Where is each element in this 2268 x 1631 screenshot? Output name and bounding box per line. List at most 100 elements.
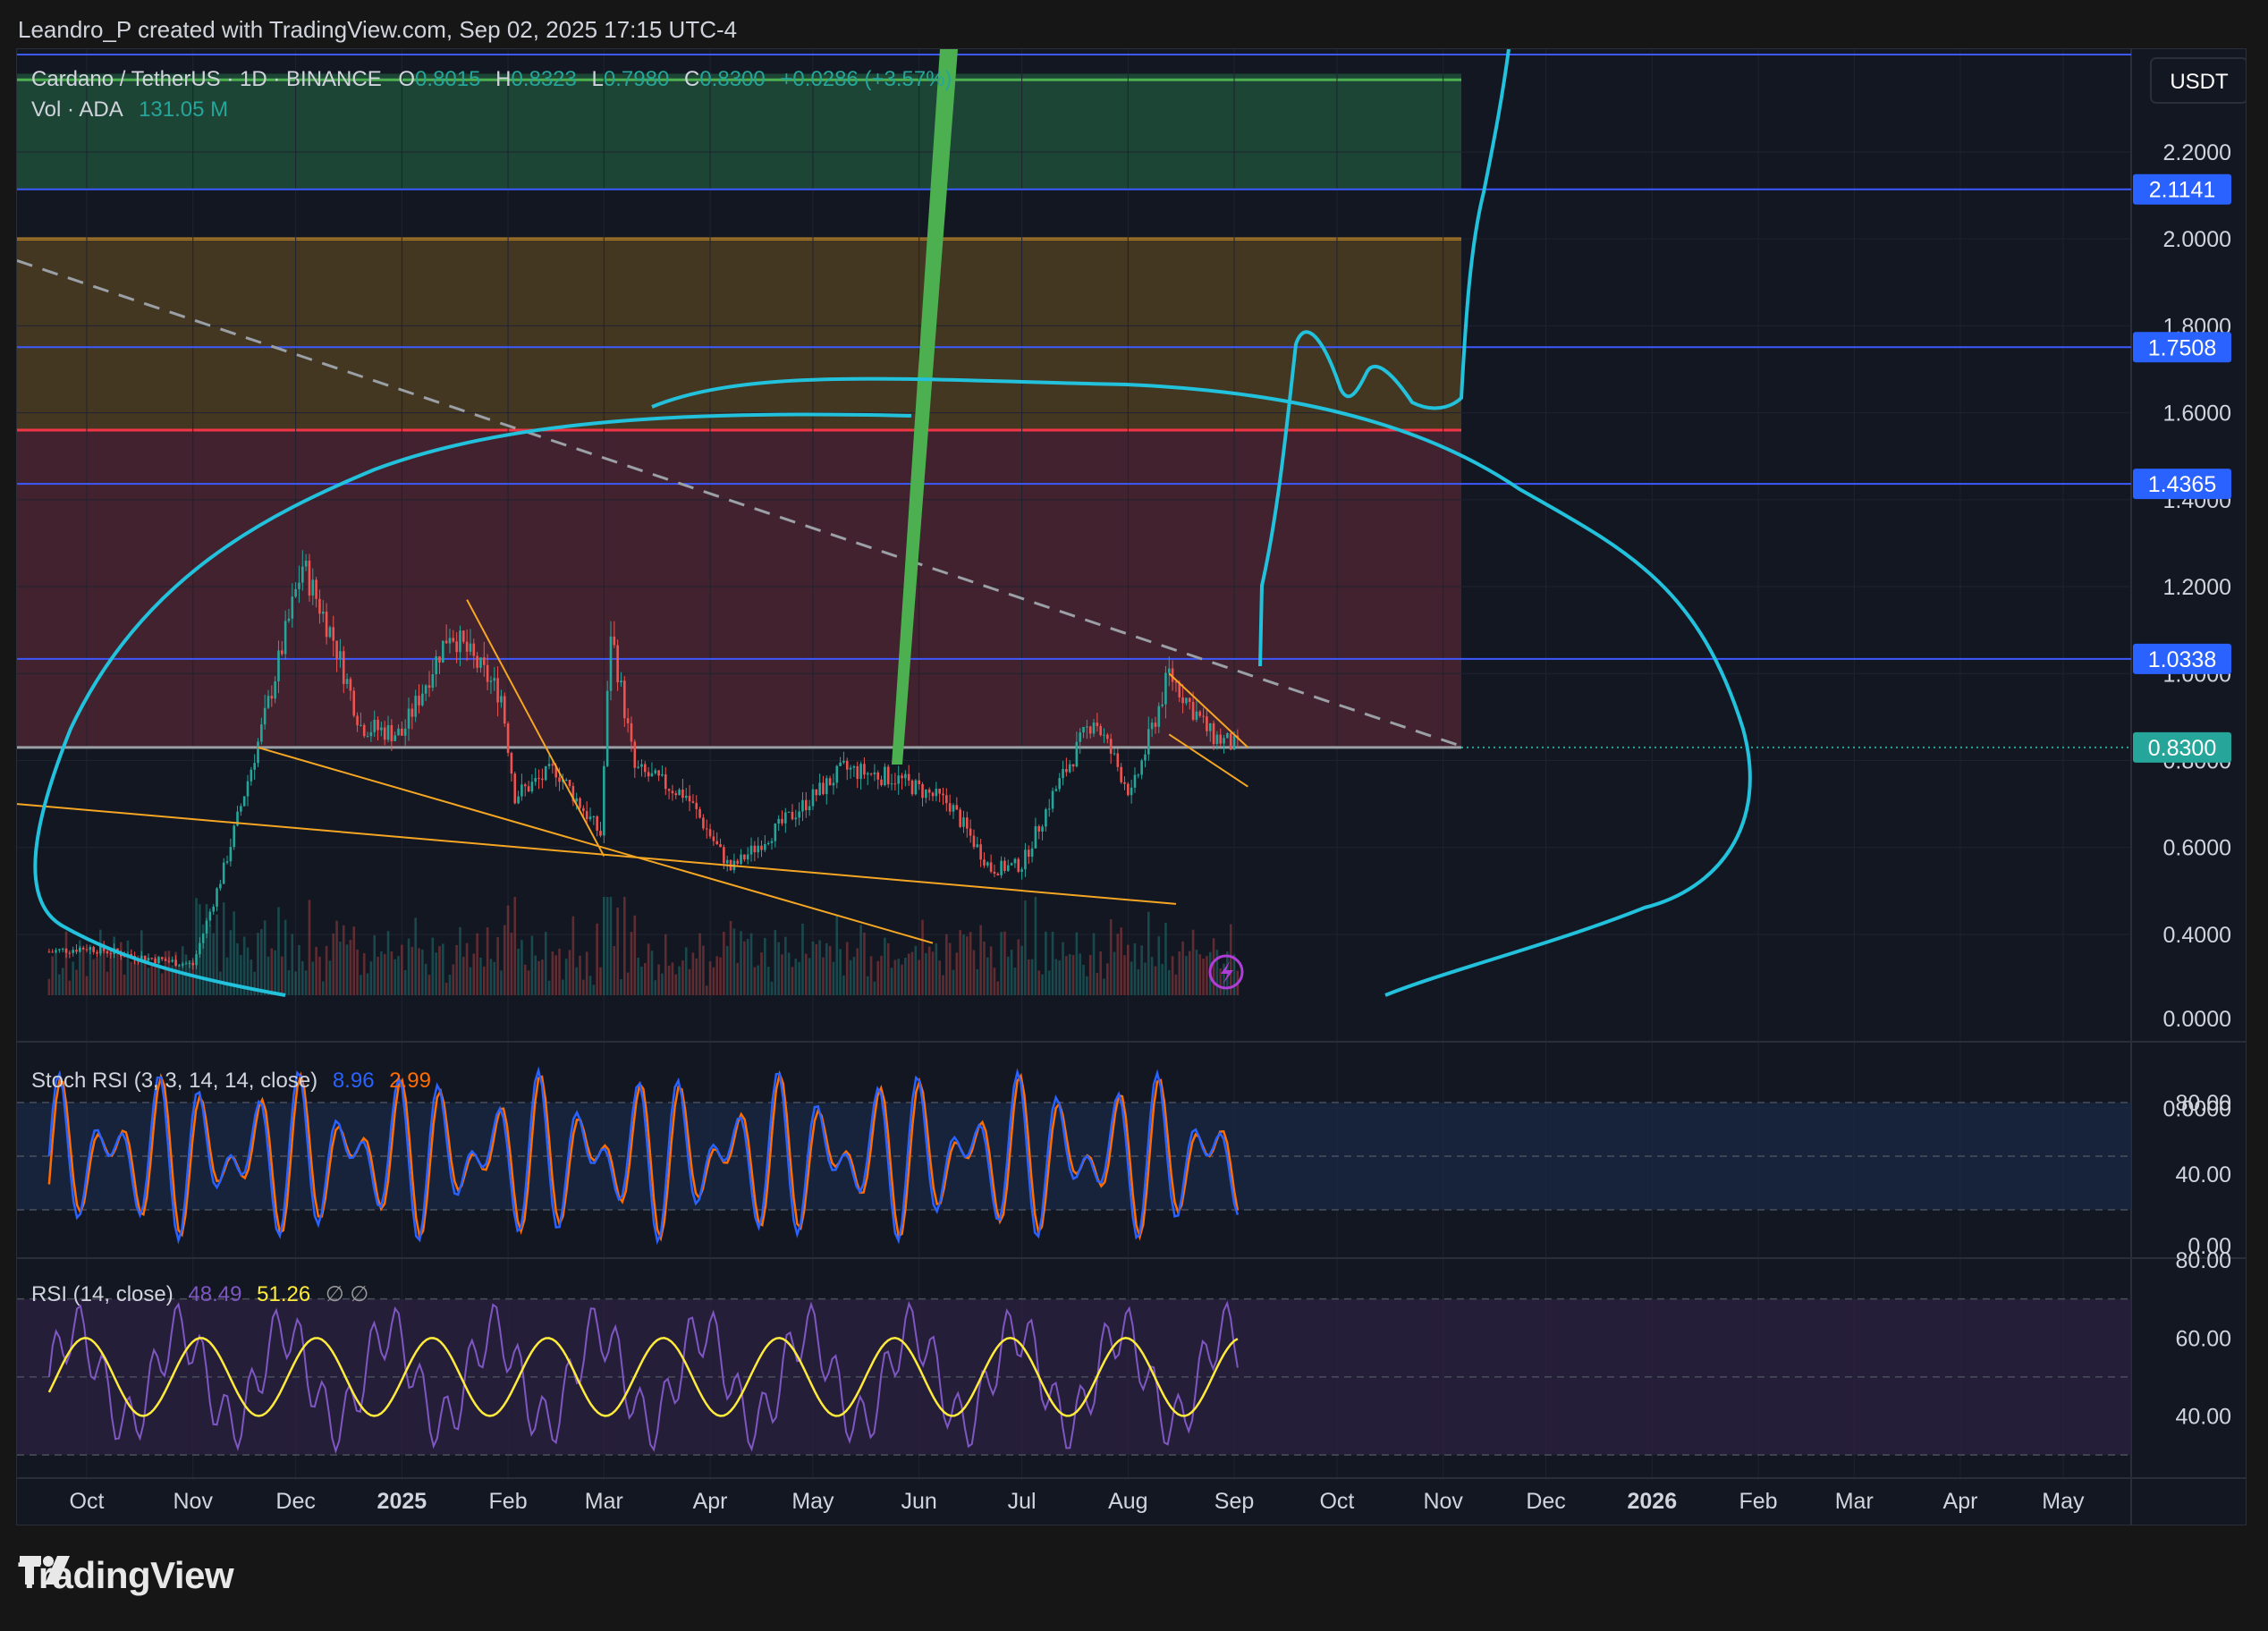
candle-body xyxy=(342,651,345,684)
rsi-tick-label: 80.00 xyxy=(2175,1248,2231,1273)
candle-body xyxy=(208,911,212,921)
stoch-label[interactable]: Stoch RSI (3, 3, 14, 14, close) xyxy=(31,1069,317,1093)
candle-body xyxy=(520,784,523,797)
candle-body xyxy=(335,640,338,659)
volume-bar xyxy=(541,959,544,995)
volume-bar xyxy=(493,961,496,995)
candle-body xyxy=(1092,723,1096,734)
volume-bar xyxy=(284,919,287,995)
level-badge-label: 1.7508 xyxy=(2148,335,2216,360)
candle-body xyxy=(472,643,476,656)
candle-body xyxy=(904,773,907,779)
candle-body xyxy=(1000,860,1003,875)
volume-bar xyxy=(1079,953,1081,995)
volume-bar xyxy=(208,925,212,995)
candle-body xyxy=(794,817,798,820)
rsi-tick-label: 40.00 xyxy=(2175,1405,2231,1430)
candle-body xyxy=(435,655,437,675)
volume-bar xyxy=(787,952,791,995)
candle-body xyxy=(164,959,167,961)
candle-body xyxy=(770,841,774,843)
candle-body xyxy=(1037,825,1041,832)
volume-bar xyxy=(438,946,441,995)
rsi-label[interactable]: RSI (14, close) xyxy=(31,1282,173,1306)
volume-bar xyxy=(931,951,935,995)
volume-bar xyxy=(866,976,869,995)
orange-trendline xyxy=(258,746,934,944)
chart-frame[interactable]: 2.2000 2.0000 1.8000 1.6000 1.4000 1.2000 1.00… xyxy=(16,48,2247,1525)
candle-body xyxy=(263,707,267,725)
candle-body xyxy=(740,854,742,864)
candle-body xyxy=(657,770,660,776)
volume-bar xyxy=(58,974,61,995)
candle-body xyxy=(253,763,256,770)
time-tick-label: Jun xyxy=(901,1489,937,1514)
volume-bar xyxy=(55,951,57,995)
volume-bar xyxy=(277,907,280,995)
volume-bar xyxy=(1027,959,1030,995)
volume-bar xyxy=(558,948,561,995)
volume-bar xyxy=(380,951,383,995)
volume-bar xyxy=(620,979,622,995)
candle-body xyxy=(647,772,650,777)
candle-body xyxy=(766,842,770,845)
candle-body xyxy=(1013,858,1017,864)
candle-body xyxy=(910,780,914,795)
volume-bar xyxy=(212,933,216,995)
candle-body xyxy=(308,560,311,596)
volume-bar xyxy=(452,964,455,995)
volume-bar xyxy=(849,959,852,995)
volume-bar xyxy=(1137,968,1140,995)
candle-body xyxy=(942,793,944,796)
volume-bar xyxy=(181,946,184,995)
volume-bar xyxy=(482,966,486,995)
candle-body xyxy=(106,951,109,954)
candle-body xyxy=(401,728,403,736)
candle-body xyxy=(191,962,195,966)
volume-bar xyxy=(825,942,828,995)
volume-bar xyxy=(798,961,800,995)
volume-bar xyxy=(435,952,437,995)
volume-bar xyxy=(486,927,489,995)
candle-body xyxy=(482,657,486,665)
volume-bar xyxy=(684,947,688,995)
candle-body xyxy=(1202,715,1205,717)
candle-body xyxy=(1198,711,1202,716)
candle-body xyxy=(1062,769,1064,779)
candle-body xyxy=(201,934,205,943)
candle-body xyxy=(496,678,499,703)
volume-bar xyxy=(1068,954,1071,995)
symbol-name[interactable]: Cardano / TetherUS · 1D · BINANCE xyxy=(31,67,382,91)
tradingview-logo[interactable]: TradingView xyxy=(18,1554,234,1597)
volume-bar xyxy=(366,973,369,995)
candle-body xyxy=(250,769,253,782)
time-tick-label: May xyxy=(791,1489,834,1514)
volume-bar xyxy=(650,951,654,995)
volume-bar xyxy=(356,949,359,995)
volume-bar xyxy=(688,968,691,995)
volume-bar xyxy=(444,983,448,995)
candle-body xyxy=(1106,734,1109,739)
candle-body xyxy=(1099,726,1102,736)
volume-bar xyxy=(925,952,927,995)
volume-bar xyxy=(506,905,510,995)
volume-bar xyxy=(681,960,684,995)
candle-body xyxy=(725,859,729,864)
volume-bar xyxy=(287,970,291,995)
candle-body xyxy=(962,817,965,827)
candle-body xyxy=(318,598,321,614)
volume-bar xyxy=(626,972,630,995)
volume-bar xyxy=(910,951,914,995)
candle-body xyxy=(825,778,828,795)
candle-body xyxy=(216,888,218,907)
candle-body xyxy=(513,773,517,804)
volume-bar xyxy=(715,956,719,995)
volume-bar xyxy=(743,941,746,995)
volume-bar xyxy=(291,934,294,995)
candle-body xyxy=(79,947,81,952)
candle-body xyxy=(1003,860,1006,871)
volume-bar xyxy=(61,968,64,995)
candle-body xyxy=(448,638,452,644)
volume-bar xyxy=(431,937,435,995)
volume-legend: Vol · ADA 131.05 M xyxy=(31,97,228,123)
